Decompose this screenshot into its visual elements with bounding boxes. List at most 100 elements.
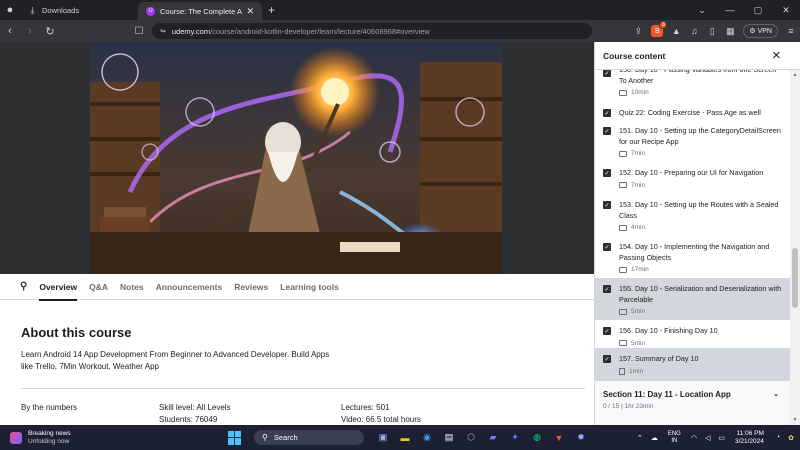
teams-icon[interactable]: ▰ xyxy=(482,425,504,450)
close-tab-icon[interactable]: ✕ xyxy=(246,6,254,17)
lecture-duration: 4min xyxy=(631,224,646,231)
wifi-icon[interactable]: ◠ xyxy=(691,434,697,442)
section-header[interactable]: Section 11: Day 11 - Location App ⌄ 0 / … xyxy=(595,380,791,425)
volume-icon[interactable]: ◁ xyxy=(705,434,710,442)
lecture-item[interactable]: ✓ 152. Day 10 - Preparing our UI for Navi… xyxy=(595,162,791,194)
course-content-sidebar: Course content ✕ ✓150. Day 10 - Passing … xyxy=(594,42,800,425)
edge-icon[interactable]: ◉ xyxy=(416,425,438,450)
menu-icon[interactable]: ≡ xyxy=(782,26,800,36)
vpn-button[interactable]: ⚙ VPN xyxy=(743,24,778,38)
taskbar-search-label: Search xyxy=(273,433,298,442)
divider xyxy=(21,388,585,389)
lecture-item[interactable]: ✓ 156. Day 10 - Finishing Day 10 5min xyxy=(595,320,791,348)
system-tray: ⌃ ☁ ENG IN ◠ ◁ ▭ 11:06 PM 3/21/2024 ◔ ✿ xyxy=(633,425,800,450)
chevron-up-icon[interactable]: ⌃ xyxy=(637,434,643,442)
wizard-illustration xyxy=(90,42,502,274)
tab-overview[interactable]: Overview xyxy=(39,274,77,301)
lecture-checkbox[interactable]: ✓ xyxy=(603,109,611,117)
lecture-checkbox[interactable]: ✓ xyxy=(603,285,611,293)
brave-shield-icon[interactable]: B3 xyxy=(651,21,668,37)
scrollbar-thumb[interactable] xyxy=(792,248,798,308)
lecture-checkbox[interactable]: ✓ xyxy=(603,127,611,135)
search-icon[interactable]: ⚲ xyxy=(20,281,27,292)
search-icon: ⚲ xyxy=(262,433,268,442)
course-description: Learn Android 14 App Development From Be… xyxy=(21,350,330,371)
lecture-duration: 5min xyxy=(631,308,646,315)
site-info-icon[interactable]: ⇋ xyxy=(160,27,166,35)
clock-time: 11:06 PM xyxy=(736,429,764,437)
language-indicator[interactable]: ENG IN xyxy=(668,431,681,445)
bookmark-icon[interactable]: ☐ xyxy=(132,26,146,37)
scroll-down-icon[interactable]: ▼ xyxy=(790,417,800,423)
lecture-item[interactable]: ✓ 151. Day 10 - Setting up the CategoryDe… xyxy=(595,120,791,162)
lecture-item[interactable]: ✓ Quiz 22: Coding Exercise - Pass Age as … xyxy=(595,102,791,120)
clock[interactable]: 11:06 PM 3/21/2024 xyxy=(735,430,764,446)
store-icon[interactable]: ▤ xyxy=(438,425,460,450)
play-icon xyxy=(619,182,627,188)
lecture-title: 157. Summary of Day 10 xyxy=(619,354,699,363)
reload-button[interactable]: ↻ xyxy=(40,20,60,42)
copilot-icon[interactable]: ✦ xyxy=(504,425,526,450)
lecture-checkbox[interactable]: ✓ xyxy=(603,327,611,335)
taskbar-search[interactable]: ⚲ Search xyxy=(254,430,364,445)
tab-reviews[interactable]: Reviews xyxy=(234,274,268,300)
lecture-meta: 1min xyxy=(619,367,783,375)
share-icon[interactable]: ⇪ xyxy=(629,26,647,37)
tab-notes[interactable]: Notes xyxy=(120,274,144,300)
github-icon[interactable]: ● xyxy=(0,0,20,20)
play-icon xyxy=(619,89,627,96)
close-window-button[interactable]: ✕ xyxy=(772,0,800,20)
tab-course[interactable]: U Course: The Complete Android ✕ xyxy=(138,2,262,20)
new-tab-button[interactable]: + xyxy=(268,3,275,17)
file-explorer-icon[interactable]: ▬ xyxy=(394,425,416,450)
news-subtitle: Unfolding now xyxy=(28,437,70,445)
clock-date: 3/21/2024 xyxy=(734,437,764,445)
close-icon[interactable]: ✕ xyxy=(772,49,781,62)
tab-search-icon[interactable]: ⌄ xyxy=(688,0,716,20)
battery-icon[interactable]: ▭ xyxy=(718,434,725,442)
notification-bell-icon[interactable]: ◔ xyxy=(776,434,780,441)
lecture-checkbox[interactable]: ✓ xyxy=(603,169,611,177)
tab-learning-tools[interactable]: Learning tools xyxy=(280,274,339,300)
lecture-checkbox[interactable]: ✓ xyxy=(603,201,611,209)
gear-app-icon[interactable]: ✹ xyxy=(570,425,592,450)
lecture-item[interactable]: ✓ 155. Day 10 - Serialization and Deseria… xyxy=(595,278,791,320)
minimize-button[interactable]: — xyxy=(716,0,744,20)
lectures-video: Lectures: 501 Video: 66.5 total hours xyxy=(341,402,421,426)
sidebar-scrollbar[interactable]: ▲ ▼ xyxy=(790,70,800,425)
news-widget[interactable]: Breaking news Unfolding now xyxy=(10,430,130,446)
lecture-meta: 17min xyxy=(619,266,783,273)
lecture-item[interactable]: ✓ 153. Day 10 - Setting up the Routes wit… xyxy=(595,194,791,236)
media-icon[interactable]: ♫ xyxy=(685,26,703,36)
scroll-up-icon[interactable]: ▲ xyxy=(790,72,800,78)
sidebar-icon[interactable]: ▯ xyxy=(703,26,721,37)
lecture-item[interactable]: ✓ 154. Day 10 - Implementing the Navigati… xyxy=(595,236,791,278)
tab-title: Downloads xyxy=(42,5,80,15)
url-bar[interactable]: ⇋ udemy.com/course/android-kotlin-develo… xyxy=(152,23,592,39)
lecture-meta: 5min xyxy=(619,340,783,347)
brave-rewards-icon[interactable]: ▲ xyxy=(667,26,685,36)
back-button[interactable]: ‹ xyxy=(0,20,20,42)
tab-qa[interactable]: Q&A xyxy=(89,274,108,300)
lecture-item[interactable]: ✓ 157. Summary of Day 10 1min xyxy=(595,348,791,380)
extensions-icon[interactable]: ▦ xyxy=(721,26,739,37)
forward-button[interactable]: › xyxy=(20,20,40,42)
lecture-checkbox[interactable]: ✓ xyxy=(603,355,611,363)
copilot-tray-icon[interactable]: ✿ xyxy=(788,434,794,442)
brave-icon[interactable]: ▼ xyxy=(548,425,570,450)
lecture-checkbox[interactable]: ✓ xyxy=(603,69,611,77)
settings-app-icon[interactable]: ⬡ xyxy=(460,425,482,450)
tab-downloads[interactable]: ⤓ Downloads xyxy=(20,0,138,20)
task-view-icon[interactable]: ▣ xyxy=(372,425,394,450)
lecture-duration: 10min xyxy=(631,89,649,96)
lecture-checkbox[interactable]: ✓ xyxy=(603,243,611,251)
whatsapp-icon[interactable]: ◍ xyxy=(526,425,548,450)
tab-announcements[interactable]: Announcements xyxy=(156,274,223,300)
maximize-button[interactable]: ▢ xyxy=(744,0,772,20)
lecture-meta: 10min xyxy=(619,89,783,96)
video-frame[interactable] xyxy=(90,42,502,274)
windows-start-icon[interactable] xyxy=(228,430,242,445)
news-icon xyxy=(10,431,22,444)
lecture-title: 155. Day 10 - Serialization and Deserial… xyxy=(619,284,782,304)
cloud-icon[interactable]: ☁ xyxy=(651,434,658,442)
